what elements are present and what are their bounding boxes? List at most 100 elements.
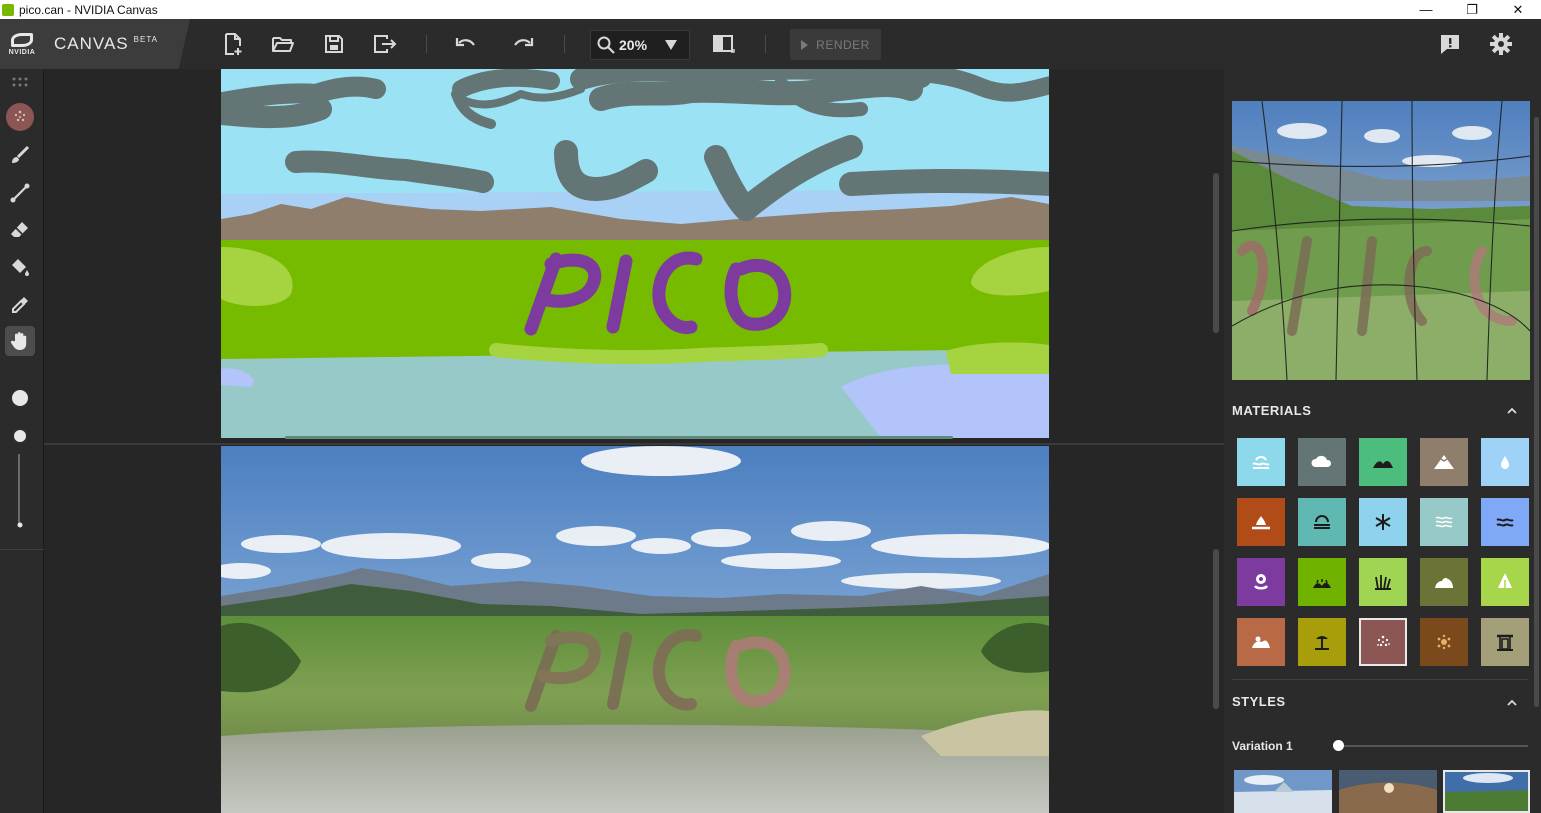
open-file-button[interactable] xyxy=(270,31,296,57)
materials-title: MATERIALS xyxy=(1232,403,1312,418)
eraser-tool[interactable] xyxy=(5,215,35,245)
segmentation-hscrollbar[interactable] xyxy=(285,436,953,439)
line-tool[interactable] xyxy=(5,178,35,208)
hand-icon xyxy=(10,332,27,350)
snow-icon xyxy=(1375,514,1391,530)
folder-open-icon xyxy=(272,37,294,52)
material-river[interactable] xyxy=(1420,498,1468,546)
beach-icon xyxy=(1315,636,1329,650)
split-view-icon xyxy=(713,35,735,53)
feedback-button[interactable] xyxy=(1437,31,1463,57)
tool-separator xyxy=(0,549,44,550)
segmentation-canvas[interactable] xyxy=(221,69,1049,438)
eraser-icon xyxy=(11,222,28,237)
brush-size-small[interactable] xyxy=(5,510,35,540)
style-thumbnail-1[interactable] xyxy=(1234,770,1332,813)
brand-area: NVIDIA CANVAS BETA xyxy=(0,19,190,69)
play-icon xyxy=(801,39,809,50)
redo-icon xyxy=(514,38,534,47)
export-button[interactable] xyxy=(372,31,398,57)
right-panel-scrollbar[interactable] xyxy=(1534,117,1539,707)
app-name: CANVAS xyxy=(54,34,129,53)
hill-icon xyxy=(1373,460,1393,468)
new-file-button[interactable] xyxy=(220,31,246,57)
save-button[interactable] xyxy=(321,31,347,57)
fill-tool[interactable] xyxy=(5,252,35,282)
slider-knob-icon xyxy=(14,430,26,442)
grip-dots-icon xyxy=(12,77,28,87)
redo-button[interactable] xyxy=(510,31,536,57)
river-icon xyxy=(1435,516,1453,528)
gear-icon xyxy=(1490,33,1512,55)
style-thumbnail-3-selected[interactable] xyxy=(1443,770,1530,813)
pan-tool[interactable] xyxy=(5,326,35,356)
render-label: RENDER xyxy=(816,37,870,52)
blossom-material-icon xyxy=(6,103,34,131)
undo-button[interactable] xyxy=(453,31,479,57)
segmentation-scrollbar[interactable] xyxy=(1213,173,1219,333)
material-tall-grass[interactable] xyxy=(1359,558,1407,606)
eyedropper-tool[interactable] xyxy=(5,290,35,320)
material-dirt[interactable] xyxy=(1237,498,1285,546)
brush-tool[interactable] xyxy=(5,140,35,170)
variation-slider-knob[interactable] xyxy=(1333,740,1344,751)
minimize-button[interactable]: — xyxy=(1403,0,1449,19)
rock-icon xyxy=(1435,577,1453,588)
settings-button[interactable] xyxy=(1488,31,1514,57)
rendered-landscape xyxy=(221,446,1049,813)
material-sand[interactable] xyxy=(1237,618,1285,666)
material-beach[interactable] xyxy=(1298,618,1346,666)
brush-size-knob[interactable] xyxy=(5,421,35,451)
tool-panel xyxy=(0,69,44,813)
tall-grass-icon xyxy=(1375,575,1391,590)
sea-icon xyxy=(1252,456,1270,469)
chevron-up-icon[interactable] xyxy=(1507,698,1517,708)
material-water-drop[interactable] xyxy=(1481,438,1529,486)
material-mountain[interactable] xyxy=(1420,438,1468,486)
material-lake[interactable] xyxy=(1481,498,1529,546)
material-snow[interactable] xyxy=(1359,498,1407,546)
material-hill[interactable] xyxy=(1359,438,1407,486)
material-fog[interactable] xyxy=(1298,498,1346,546)
active-material-swatch[interactable] xyxy=(5,102,35,132)
line-icon xyxy=(10,183,30,203)
split-divider[interactable] xyxy=(44,443,1224,445)
compare-view-button[interactable] xyxy=(711,31,737,57)
material-cloud[interactable] xyxy=(1298,438,1346,486)
rendered-output xyxy=(221,446,1049,813)
segmentation-drawing xyxy=(221,69,1049,438)
tree-icon xyxy=(1498,573,1512,590)
material-tree[interactable] xyxy=(1481,558,1529,606)
material-rock[interactable] xyxy=(1420,558,1468,606)
right-panel: MATERIALS STYLES Variation 1 xyxy=(1224,69,1541,813)
panel-grip[interactable] xyxy=(9,71,31,93)
material-sea[interactable] xyxy=(1237,438,1285,486)
toolbar-separator xyxy=(426,35,427,53)
material-flower[interactable] xyxy=(1237,558,1285,606)
zoom-dropdown[interactable]: 20% xyxy=(590,30,690,60)
material-bush[interactable] xyxy=(1420,618,1468,666)
lake-icon xyxy=(1496,518,1514,527)
material-building[interactable] xyxy=(1481,618,1529,666)
material-blossom[interactable] xyxy=(1359,618,1407,666)
toolbar-separator xyxy=(564,35,565,53)
water-drop-icon xyxy=(1501,456,1509,469)
mountain-icon xyxy=(1434,455,1454,469)
material-grass[interactable] xyxy=(1298,558,1346,606)
large-dot-icon xyxy=(12,390,28,406)
section-separator xyxy=(1232,679,1528,680)
chevron-up-icon[interactable] xyxy=(1507,406,1517,416)
variation-slider[interactable] xyxy=(1338,745,1528,747)
render-button[interactable]: RENDER xyxy=(790,29,881,60)
brush-size-large[interactable] xyxy=(5,383,35,413)
close-button[interactable]: ✕ xyxy=(1495,0,1541,19)
magnifier-icon xyxy=(597,36,615,54)
bush-icon xyxy=(1437,634,1451,650)
paint-bucket-icon xyxy=(12,259,29,276)
output-scrollbar[interactable] xyxy=(1213,549,1219,709)
nvidia-logo-icon: NVIDIA xyxy=(4,27,40,61)
new-file-icon xyxy=(225,33,242,55)
style-thumbnail-2[interactable] xyxy=(1339,770,1437,813)
restore-button[interactable]: ❐ xyxy=(1449,0,1495,19)
panorama-preview[interactable] xyxy=(1232,101,1530,380)
